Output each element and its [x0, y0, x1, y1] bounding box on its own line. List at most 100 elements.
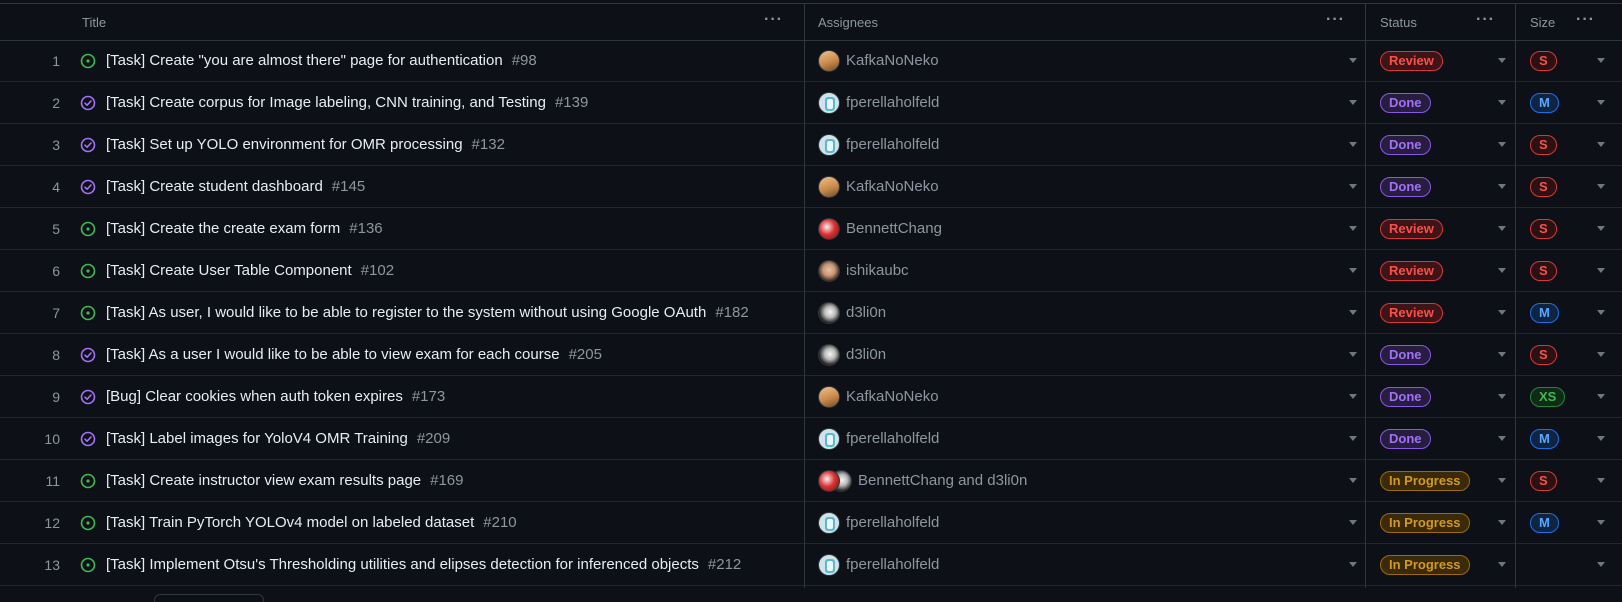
- size-dropdown-caret-icon[interactable]: [1597, 394, 1605, 399]
- size-badge[interactable]: S: [1530, 176, 1557, 197]
- issue-title-link[interactable]: [Task] As user, I would like to be able …: [106, 304, 706, 321]
- size-badge[interactable]: S: [1530, 260, 1557, 281]
- assignees-cell[interactable]: d3li0n: [818, 334, 1338, 375]
- size-dropdown-caret-icon[interactable]: [1597, 478, 1605, 483]
- assignees-cell[interactable]: fperellaholfeld: [818, 124, 1338, 165]
- status-dropdown-caret-icon[interactable]: [1498, 394, 1506, 399]
- issue-title-link[interactable]: [Task] Create User Table Component: [106, 262, 352, 279]
- assignees-cell[interactable]: KafkaNoNeko: [818, 40, 1338, 81]
- assignees-dropdown-caret-icon[interactable]: [1349, 394, 1357, 399]
- issue-title-cell[interactable]: [Task] Train PyTorch YOLOv4 model on lab…: [80, 502, 800, 543]
- assignees-dropdown-caret-icon[interactable]: [1349, 268, 1357, 273]
- status-badge[interactable]: Done: [1380, 386, 1431, 407]
- assignees-dropdown-caret-icon[interactable]: [1349, 520, 1357, 525]
- avatar-fperellaholfeld[interactable]: [818, 553, 840, 576]
- issue-title-link[interactable]: [Bug] Clear cookies when auth token expi…: [106, 388, 403, 405]
- assignees-dropdown-caret-icon[interactable]: [1349, 562, 1357, 567]
- assignees-dropdown-caret-icon[interactable]: [1349, 352, 1357, 357]
- issue-title-cell[interactable]: [Task] Implement Otsu's Thresholding uti…: [80, 544, 800, 585]
- size-badge[interactable]: S: [1530, 50, 1557, 71]
- issue-title-cell[interactable]: [Task] Create the create exam form #136: [80, 208, 800, 249]
- size-dropdown-caret-icon[interactable]: [1597, 520, 1605, 525]
- size-badge[interactable]: M: [1530, 512, 1559, 533]
- issue-title-cell[interactable]: [Bug] Clear cookies when auth token expi…: [80, 376, 800, 417]
- size-dropdown-caret-icon[interactable]: [1597, 100, 1605, 105]
- assignees-dropdown-caret-icon[interactable]: [1349, 100, 1357, 105]
- status-column-menu-icon[interactable]: ···: [1476, 12, 1495, 28]
- assignees-cell[interactable]: KafkaNoNeko: [818, 376, 1338, 417]
- issue-title-link[interactable]: [Task] Set up YOLO environment for OMR p…: [106, 136, 463, 153]
- issue-title-cell[interactable]: [Task] Create "you are almost there" pag…: [80, 40, 800, 81]
- assignees-dropdown-caret-icon[interactable]: [1349, 310, 1357, 315]
- status-badge[interactable]: In Progress: [1380, 554, 1470, 575]
- issue-title-cell[interactable]: [Task] Create corpus for Image labeling,…: [80, 82, 800, 123]
- avatar-group[interactable]: [818, 469, 852, 492]
- assignees-cell[interactable]: KafkaNoNeko: [818, 166, 1338, 207]
- assignees-dropdown-caret-icon[interactable]: [1349, 184, 1357, 189]
- issue-title-link[interactable]: [Task] Label images for YoloV4 OMR Train…: [106, 430, 408, 447]
- column-header-assignees[interactable]: Assignees: [818, 4, 1318, 40]
- table-row[interactable]: 7 [Task] As user, I would like to be able…: [0, 292, 1622, 334]
- assignees-dropdown-caret-icon[interactable]: [1349, 58, 1357, 63]
- status-badge[interactable]: In Progress: [1380, 470, 1470, 491]
- assignees-cell[interactable]: BennettChang and d3li0n: [818, 460, 1338, 501]
- size-badge[interactable]: M: [1530, 302, 1559, 323]
- avatar-fperellaholfeld[interactable]: [818, 91, 840, 114]
- assignees-column-menu-icon[interactable]: ···: [1326, 12, 1345, 28]
- status-dropdown-caret-icon[interactable]: [1498, 142, 1506, 147]
- status-badge[interactable]: In Progress: [1380, 512, 1470, 533]
- status-dropdown-caret-icon[interactable]: [1498, 226, 1506, 231]
- status-badge[interactable]: Review: [1380, 302, 1443, 323]
- avatar-fperellaholfeld[interactable]: [818, 133, 840, 156]
- issue-title-link[interactable]: [Task] As a user I would like to be able…: [106, 346, 560, 363]
- status-dropdown-caret-icon[interactable]: [1498, 478, 1506, 483]
- issue-title-link[interactable]: [Task] Create the create exam form: [106, 220, 340, 237]
- avatar-fperellaholfeld[interactable]: [818, 427, 840, 450]
- status-badge[interactable]: Done: [1380, 176, 1431, 197]
- status-dropdown-caret-icon[interactable]: [1498, 352, 1506, 357]
- size-dropdown-caret-icon[interactable]: [1597, 310, 1605, 315]
- issue-title-link[interactable]: [Task] Create "you are almost there" pag…: [106, 52, 503, 69]
- size-badge[interactable]: M: [1530, 92, 1559, 113]
- table-row[interactable]: 9 [Bug] Clear cookies when auth token exp…: [0, 376, 1622, 418]
- issue-title-link[interactable]: [Task] Implement Otsu's Thresholding uti…: [106, 556, 699, 573]
- table-row[interactable]: 10 [Task] Label images for YoloV4 OMR Tra…: [0, 418, 1622, 460]
- table-row[interactable]: 13 [Task] Implement Otsu's Thresholding u…: [0, 544, 1622, 586]
- avatar-ishikaubc[interactable]: [818, 259, 840, 282]
- status-dropdown-caret-icon[interactable]: [1498, 268, 1506, 273]
- status-badge[interactable]: Done: [1380, 344, 1431, 365]
- status-dropdown-caret-icon[interactable]: [1498, 310, 1506, 315]
- avatar-bennettchang[interactable]: [818, 217, 840, 240]
- status-dropdown-caret-icon[interactable]: [1498, 184, 1506, 189]
- size-badge[interactable]: S: [1530, 134, 1557, 155]
- issue-title-cell[interactable]: [Task] Create instructor view exam resul…: [80, 460, 800, 501]
- table-row[interactable]: 4 [Task] Create student dashboard #145 Kafk…: [0, 166, 1622, 208]
- status-dropdown-caret-icon[interactable]: [1498, 58, 1506, 63]
- issue-title-cell[interactable]: [Task] Label images for YoloV4 OMR Train…: [80, 418, 800, 459]
- avatar-d3li0n[interactable]: [818, 343, 840, 366]
- size-dropdown-caret-icon[interactable]: [1597, 226, 1605, 231]
- table-row[interactable]: 6 [Task] Create User Table Component #102 i…: [0, 250, 1622, 292]
- column-header-title[interactable]: Title: [82, 4, 802, 40]
- assignees-dropdown-caret-icon[interactable]: [1349, 226, 1357, 231]
- issue-title-link[interactable]: [Task] Train PyTorch YOLOv4 model on lab…: [106, 514, 474, 531]
- size-dropdown-caret-icon[interactable]: [1597, 58, 1605, 63]
- issue-title-cell[interactable]: [Task] Create student dashboard #145: [80, 166, 800, 207]
- size-dropdown-caret-icon[interactable]: [1597, 562, 1605, 567]
- assignees-cell[interactable]: BennettChang: [818, 208, 1338, 249]
- table-row[interactable]: 1 [Task] Create "you are almost there" pa…: [0, 40, 1622, 82]
- assignees-cell[interactable]: fperellaholfeld: [818, 544, 1338, 585]
- size-dropdown-caret-icon[interactable]: [1597, 436, 1605, 441]
- issue-title-cell[interactable]: [Task] As a user I would like to be able…: [80, 334, 800, 375]
- table-row[interactable]: 8 [Task] As a user I would like to be abl…: [0, 334, 1622, 376]
- status-badge[interactable]: Done: [1380, 92, 1431, 113]
- assignees-dropdown-caret-icon[interactable]: [1349, 478, 1357, 483]
- status-dropdown-caret-icon[interactable]: [1498, 100, 1506, 105]
- size-badge[interactable]: S: [1530, 218, 1557, 239]
- avatar-kafkanoneko[interactable]: [818, 175, 840, 198]
- assignees-cell[interactable]: fperellaholfeld: [818, 502, 1338, 543]
- assignees-dropdown-caret-icon[interactable]: [1349, 142, 1357, 147]
- table-row[interactable]: 3 [Task] Set up YOLO environment for OMR …: [0, 124, 1622, 166]
- size-badge[interactable]: S: [1530, 470, 1557, 491]
- avatar-bennettchang[interactable]: [818, 469, 840, 492]
